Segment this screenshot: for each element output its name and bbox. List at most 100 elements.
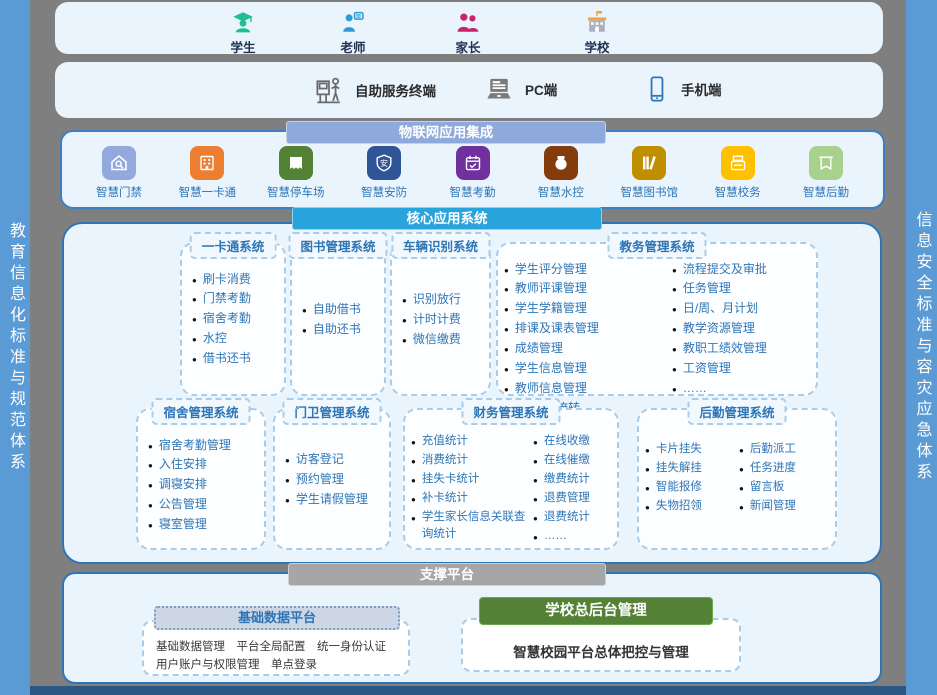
parents-icon bbox=[455, 9, 481, 35]
list-item: 自助借书 bbox=[302, 301, 380, 318]
iot-label: 智慧停车场 bbox=[267, 184, 325, 200]
system-box-list: 宿舍考勤管理入住安排调寝安排公告管理寝室管理 bbox=[148, 434, 260, 536]
terminal-label: 手机端 bbox=[681, 79, 722, 99]
iot-item-security: 安 智慧安防 bbox=[345, 146, 423, 200]
svg-text:安: 安 bbox=[380, 158, 388, 168]
system-box-library: 图书管理系统 自助借书自助还书 bbox=[290, 242, 386, 396]
list-item: …… bbox=[672, 380, 814, 397]
list-item: 缴费统计 bbox=[533, 471, 615, 488]
user-item-parents: 家长 bbox=[433, 9, 503, 56]
list-item: 流程提交及审批 bbox=[672, 261, 814, 278]
school-affairs-icon bbox=[721, 146, 755, 180]
list-item: 入住安排 bbox=[148, 456, 260, 473]
system-box-list: 在线收缴在线催缴缴费统计退费管理退费统计…… bbox=[533, 430, 615, 548]
list-item: 排课及课表管理 bbox=[504, 320, 672, 337]
iot-label: 智慧校务 bbox=[715, 184, 761, 200]
system-box-columns: 学生评分管理教师评课管理学生学籍管理排课及课表管理成绩管理学生信息管理教师信息管… bbox=[504, 258, 814, 420]
system-box-gatekeeper: 门卫管理系统 访客登记预约管理学生请假管理 bbox=[273, 408, 391, 550]
system-box-columns: 卡片挂失挂失解挂智能报修失物招领 后勤派工任务进度留言板新闻管理 bbox=[645, 438, 833, 517]
iot-item-library: 智慧图书馆 bbox=[610, 146, 688, 200]
list-item: 工资管理 bbox=[672, 360, 814, 377]
list-item: 调寝安排 bbox=[148, 476, 260, 493]
list-item: 卡片挂失 bbox=[645, 441, 739, 458]
library-books-icon bbox=[632, 146, 666, 180]
list-item: 公告管理 bbox=[148, 496, 260, 513]
core-panel: 一卡通系统 刷卡消费门禁考勤宿舍考勤水控借书还书 图书管理系统 自助借书自助还书… bbox=[62, 222, 882, 564]
system-box-list: 学生评分管理教师评课管理学生学籍管理排课及课表管理成绩管理学生信息管理教师信息管… bbox=[504, 258, 672, 420]
system-box-dormitory: 宿舍管理系统 宿舍考勤管理入住安排调寝安排公告管理寝室管理 bbox=[136, 408, 266, 550]
system-box-list: 卡片挂失挂失解挂智能报修失物招领 bbox=[645, 438, 739, 517]
iot-label: 智慧安防 bbox=[361, 184, 407, 200]
logistics-banner-icon bbox=[809, 146, 843, 180]
left-standards-bar: 教育信息化标准与规范体系 bbox=[0, 0, 30, 695]
iot-label: 智慧一卡通 bbox=[179, 184, 237, 200]
student-icon bbox=[230, 9, 256, 35]
terminal-item-mobile: 手机端 bbox=[643, 74, 722, 104]
list-item: 退费管理 bbox=[533, 490, 615, 507]
list-item: 识别放行 bbox=[402, 291, 485, 308]
system-box-title: 一卡通系统 bbox=[190, 232, 277, 259]
terminal-label: 自助服务终端 bbox=[355, 80, 436, 100]
support-panel: 基础数据管理 平台全局配置 统一身份认证 用户账户与权限管理 单点登录 基础数据… bbox=[62, 572, 882, 684]
smart-campus-architecture-diagram: 教育信息化标准与规范体系 信息安全标准与容灾应急体系 学生 bbox=[0, 0, 937, 695]
list-item: 教师评课管理 bbox=[504, 280, 672, 297]
user-item-student: 学生 bbox=[208, 9, 278, 56]
list-item: 预约管理 bbox=[285, 471, 385, 488]
list-item: 计时计费 bbox=[402, 311, 485, 328]
system-box-columns: 充值统计消费统计挂失卡统计补卡统计学生家长信息关联查询统计 在线收缴在线催缴缴费… bbox=[411, 430, 615, 548]
list-item: 后勤派工 bbox=[739, 441, 833, 458]
list-item: 访客登记 bbox=[285, 451, 385, 468]
self-service-kiosk-icon bbox=[313, 74, 345, 106]
base-platform-line: 用户账户与权限管理 单点登录 bbox=[156, 656, 408, 674]
system-box-list: 刷卡消费门禁考勤宿舍考勤水控借书还书 bbox=[192, 268, 280, 370]
list-item: 挂失卡统计 bbox=[411, 471, 533, 488]
one-card-icon bbox=[190, 146, 224, 180]
system-box-finance: 财务管理系统 充值统计消费统计挂失卡统计补卡统计学生家长信息关联查询统计 在线收… bbox=[403, 408, 619, 550]
system-box-list: 流程提交及审批任务管理日/周、月计划教学资源管理教职工绩效管理工资管理…… bbox=[672, 258, 814, 420]
system-box-list: 后勤派工任务进度留言板新闻管理 bbox=[739, 438, 833, 517]
list-item: 新闻管理 bbox=[739, 498, 833, 515]
list-item: 学生评分管理 bbox=[504, 261, 672, 278]
list-item: 宿舍考勤 bbox=[192, 310, 280, 327]
list-item: 门禁考勤 bbox=[192, 290, 280, 307]
list-item: 留言板 bbox=[739, 479, 833, 496]
iot-item-parking: 智慧停车场 bbox=[257, 146, 335, 200]
system-box-logistics: 后勤管理系统 卡片挂失挂失解挂智能报修失物招领 后勤派工任务进度留言板新闻管理 bbox=[637, 408, 837, 550]
iot-icons-row: 智慧门禁 智慧一卡通 bbox=[80, 146, 865, 200]
right-standards-label: 信息安全标准与容灾应急体系 bbox=[914, 211, 930, 484]
system-box-list: 识别放行计时计费微信缴费 bbox=[402, 289, 485, 351]
list-item: 挂失解挂 bbox=[645, 460, 739, 477]
parking-icon bbox=[279, 146, 313, 180]
list-item: 退费统计 bbox=[533, 509, 615, 526]
system-box-title: 图书管理系统 bbox=[288, 232, 387, 259]
user-label: 学校 bbox=[584, 37, 609, 56]
list-item: 学生家长信息关联查询统计 bbox=[411, 509, 533, 542]
list-item: 刷卡消费 bbox=[192, 271, 280, 288]
system-box-list: 访客登记预约管理学生请假管理 bbox=[285, 449, 385, 511]
pc-icon bbox=[483, 74, 515, 104]
iot-item-school-affairs: 智慧校务 bbox=[699, 146, 777, 200]
system-box-title: 门卫管理系统 bbox=[282, 398, 381, 425]
bottom-bar bbox=[30, 686, 906, 695]
terminal-item-kiosk: 自助服务终端 bbox=[313, 74, 436, 106]
list-item: 在线收缴 bbox=[533, 433, 615, 450]
terminals-panel: 自助服务终端 PC端 bbox=[55, 62, 883, 118]
terminal-label: PC端 bbox=[525, 79, 557, 99]
list-item: 充值统计 bbox=[411, 433, 533, 450]
list-item: 教师信息管理 bbox=[504, 380, 672, 397]
system-box-title: 后勤管理系统 bbox=[687, 398, 786, 425]
user-label: 老师 bbox=[340, 37, 365, 56]
iot-item-water-control: 智慧水控 bbox=[522, 146, 600, 200]
iot-item-one-card: 智慧一卡通 bbox=[168, 146, 246, 200]
user-label: 家长 bbox=[455, 37, 480, 56]
system-box-title: 财务管理系统 bbox=[461, 398, 560, 425]
list-item: 借书还书 bbox=[192, 350, 280, 367]
list-item: 在线催缴 bbox=[533, 452, 615, 469]
right-standards-bar: 信息安全标准与容灾应急体系 bbox=[906, 0, 937, 695]
list-item: 教职工绩效管理 bbox=[672, 340, 814, 357]
school-admin-box: 智慧校园平台总体把控与管理 bbox=[461, 618, 741, 672]
core-section-header: 核心应用系统 bbox=[292, 207, 602, 230]
list-item: 学生请假管理 bbox=[285, 491, 385, 508]
system-box-list: 充值统计消费统计挂失卡统计补卡统计学生家长信息关联查询统计 bbox=[411, 430, 533, 548]
user-label: 学生 bbox=[230, 37, 255, 56]
